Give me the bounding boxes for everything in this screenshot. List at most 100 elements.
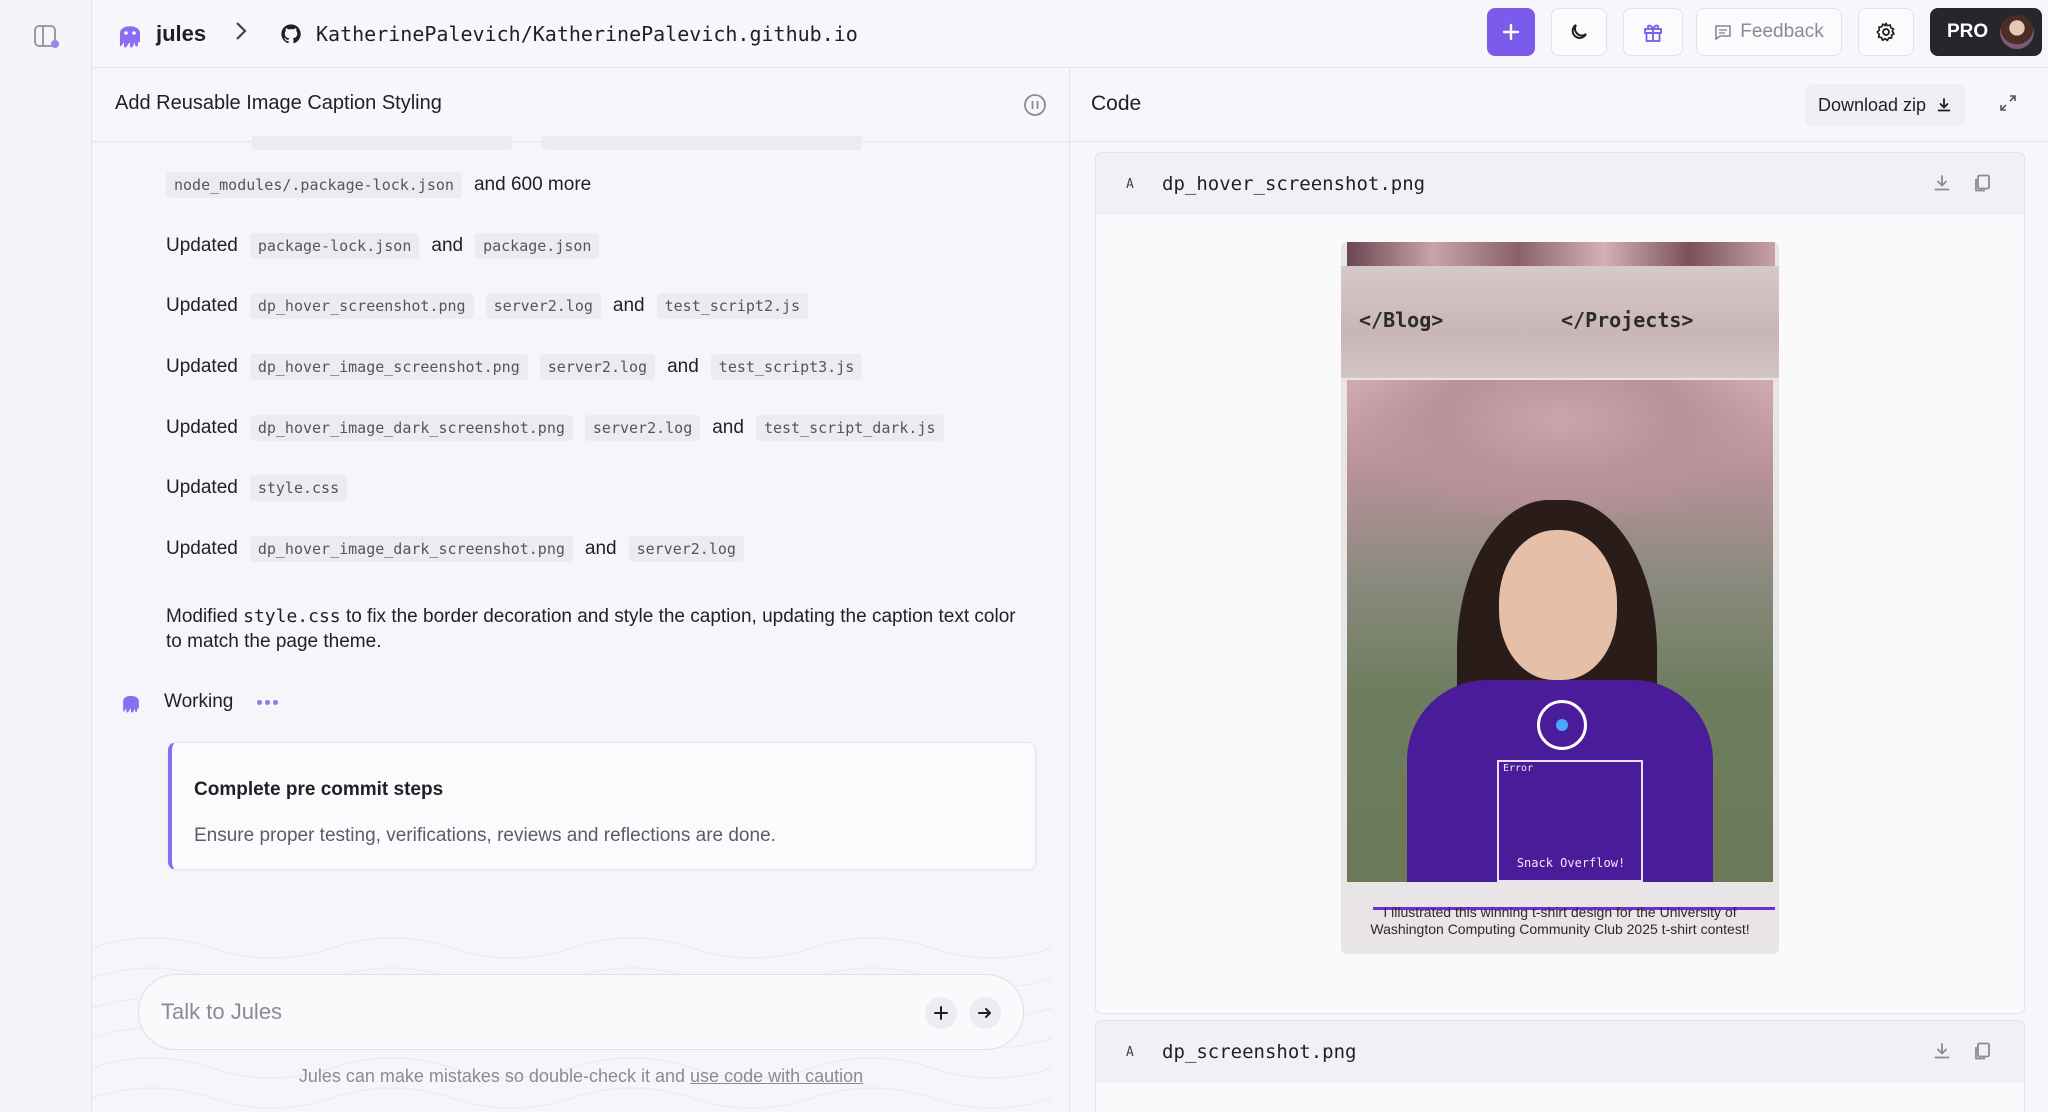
file-chip[interactable]: server2.log — [485, 293, 601, 319]
download-zip-button[interactable]: Download zip — [1805, 84, 1965, 126]
jules-logo-icon — [119, 26, 140, 48]
file-chip[interactable]: package-lock.json — [249, 233, 420, 259]
theme-toggle-button[interactable] — [1551, 8, 1607, 56]
file-chip[interactable]: test_script2.js — [656, 293, 809, 319]
step-title: Complete pre commit steps — [194, 779, 444, 800]
caution-link[interactable]: use code with caution — [690, 1066, 863, 1086]
log-text: Updated — [166, 538, 238, 559]
preview-shirt-error: Error — [1503, 763, 1534, 774]
file-status-badge: A — [1126, 177, 1134, 192]
pro-badge: PRO — [1947, 21, 1989, 42]
chat-input[interactable] — [161, 995, 861, 1029]
download-zip-label: Download zip — [1817, 94, 1927, 115]
working-status: Working — [120, 690, 279, 714]
new-task-button[interactable] — [1487, 8, 1535, 56]
left-rail — [0, 0, 92, 1112]
gear-icon — [1876, 22, 1895, 42]
file-chip[interactable]: server2.log — [539, 354, 656, 380]
preview-photo: Error Snack Overflow! — [1347, 380, 1773, 882]
settings-button[interactable] — [1858, 8, 1914, 56]
modified-prefix: Modified — [166, 606, 238, 627]
log-text: Updated — [166, 235, 238, 256]
modified-file: style.css — [243, 606, 341, 627]
app-name: jules — [156, 21, 207, 46]
preview-nav: </Blog> </Projects> — [1341, 266, 1779, 378]
file-chip[interactable]: dp_hover_image_dark_screenshot.png — [249, 415, 573, 441]
log-text: and — [584, 538, 617, 559]
code-title: Code — [1091, 92, 1142, 115]
log-entry: Updated dp_hover_screenshot.png server2.lo… — [166, 293, 809, 319]
log-entry: Updated style.css — [166, 475, 348, 501]
feedback-label: Feedback — [1740, 21, 1824, 42]
disclaimer: Jules can make mistakes so double-check … — [92, 1066, 1069, 1087]
log-text: and — [667, 356, 699, 377]
preview-caption: I illustrated this winning t-shirt desig… — [1370, 904, 1750, 937]
expand-icon[interactable] — [1999, 94, 2017, 117]
file-name: dp_hover_screenshot.png — [1162, 173, 1426, 195]
log-entry: Updated package-lock.json and package.json — [166, 233, 600, 259]
disclaimer-text: Jules can make mistakes so double-check … — [298, 1066, 686, 1086]
scrolled-chip-fragment — [542, 136, 862, 150]
task-title: Add Reusable Image Caption Styling — [115, 92, 442, 114]
plus-icon — [1502, 23, 1520, 41]
file-chip[interactable]: dp_hover_image_screenshot.png — [249, 354, 528, 380]
copy-icon[interactable] — [1972, 173, 1992, 198]
file-chip[interactable]: server2.log — [584, 415, 701, 441]
chat-composer — [138, 974, 1024, 1050]
log-text: and — [712, 417, 744, 438]
screenshot-preview: </Blog> </Projects> Error Snack Overflow… — [1341, 242, 1779, 954]
log-text: Updated — [166, 356, 238, 377]
log-entry: Updated dp_hover_image_dark_screenshot.pn… — [166, 536, 744, 562]
message-icon — [1715, 25, 1732, 41]
file-card: A dp_screenshot.png — [1095, 1020, 2025, 1112]
file-header: A dp_hover_screenshot.png — [1096, 153, 2024, 215]
file-chip[interactable]: test_script3.js — [710, 354, 863, 380]
file-chip[interactable]: package.json — [475, 233, 600, 259]
send-button[interactable] — [969, 997, 1001, 1029]
pause-icon[interactable] — [1023, 93, 1047, 122]
preview-nav-projects: </Projects> — [1561, 308, 1694, 332]
moon-icon — [1571, 24, 1587, 39]
jules-status-icon — [122, 695, 139, 713]
file-name: dp_screenshot.png — [1162, 1041, 1357, 1063]
arrow-right-icon — [978, 1008, 991, 1018]
scrolled-chip-fragment — [252, 136, 512, 150]
plan-step-card: Complete pre commit steps Ensure proper … — [168, 742, 1036, 870]
plus-icon — [934, 1006, 948, 1020]
log-text: Updated — [166, 295, 238, 316]
gift-button[interactable] — [1623, 8, 1683, 56]
copy-icon[interactable] — [1972, 1041, 1992, 1066]
file-chip[interactable]: dp_hover_screenshot.png — [249, 293, 474, 319]
repo-breadcrumb[interactable]: KatherinePalevich/KatherinePalevich.gith… — [280, 14, 858, 54]
file-chip[interactable]: server2.log — [628, 536, 744, 562]
file-chip[interactable]: test_script_dark.js — [755, 415, 944, 441]
feedback-button[interactable]: Feedback — [1696, 8, 1842, 56]
sidebar-toggle-icon[interactable] — [30, 20, 62, 52]
log-text: and 600 more — [473, 174, 592, 195]
download-icon — [1937, 98, 1951, 112]
attach-button[interactable] — [925, 997, 957, 1029]
task-panel: Add Reusable Image Caption Styling node_… — [92, 68, 1070, 1112]
avatar — [2000, 15, 2035, 49]
file-status-badge: A — [1126, 1045, 1134, 1060]
file-chip[interactable]: style.css — [249, 475, 348, 501]
github-icon — [281, 24, 301, 44]
log-text: and — [612, 295, 645, 316]
download-icon[interactable] — [1932, 173, 1952, 198]
file-chip[interactable]: node_modules/.package-lock.json — [166, 172, 462, 198]
preview-face — [1499, 530, 1617, 680]
download-icon[interactable] — [1932, 1041, 1952, 1066]
brand[interactable]: jules — [116, 14, 206, 54]
code-header: Code Download zip — [1071, 68, 2048, 142]
cursor-indicator-icon — [1537, 700, 1587, 750]
file-chip[interactable]: dp_hover_image_dark_screenshot.png — [249, 536, 573, 562]
file-header: A dp_screenshot.png — [1096, 1021, 2024, 1083]
modified-summary: Modified style.css to fix the border dec… — [166, 604, 1026, 654]
log-text: and — [431, 235, 464, 256]
status-label: Working — [164, 691, 234, 712]
step-description: Ensure proper testing, verifications, re… — [194, 825, 776, 846]
account-button[interactable]: PRO — [1930, 8, 2042, 56]
log-entry: Updated dp_hover_image_screenshot.png serv… — [166, 354, 863, 380]
log-text: Updated — [166, 477, 238, 498]
gift-icon — [1644, 24, 1662, 42]
